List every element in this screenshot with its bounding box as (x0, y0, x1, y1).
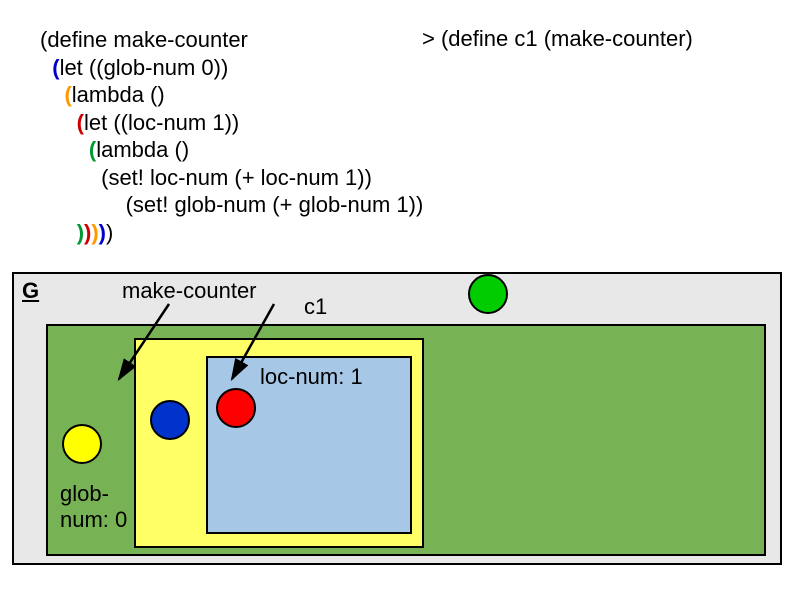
repl-line: > (define c1 (make-counter) (422, 26, 693, 52)
code-line-2: (let ((glob-num 0)) (40, 54, 423, 82)
global-environment: G make-counter c1 glob- num: 0 loc-num: … (12, 272, 782, 565)
make-counter-label: make-counter (122, 278, 257, 304)
code-block: (define make-counter (let ((glob-num 0))… (40, 26, 423, 246)
code-line-7: (set! glob-num (+ glob-num 1)) (40, 191, 423, 219)
c1-label: c1 (304, 294, 327, 320)
code-line-8: ))))) (40, 219, 423, 247)
yellow-environment: loc-num: 1 (134, 338, 424, 548)
closure-red-circle (216, 388, 256, 428)
closure-yellow-circle (62, 424, 102, 464)
code-line-4: (let ((loc-num 1)) (40, 109, 423, 137)
outer-environment: glob- num: 0 loc-num: 1 (46, 324, 766, 556)
closure-green-circle (468, 274, 508, 314)
code-line-1: (define make-counter (40, 26, 423, 54)
code-line-3: (lambda () (40, 81, 423, 109)
glob-num-label: glob- num: 0 (60, 481, 140, 534)
closure-blue-circle (150, 400, 190, 440)
loc-num-label: loc-num: 1 (260, 364, 363, 390)
code-line-5: (lambda () (40, 136, 423, 164)
innermost-environment: loc-num: 1 (206, 356, 412, 534)
code-line-6: (set! loc-num (+ loc-num 1)) (40, 164, 423, 192)
global-label: G (22, 278, 39, 304)
